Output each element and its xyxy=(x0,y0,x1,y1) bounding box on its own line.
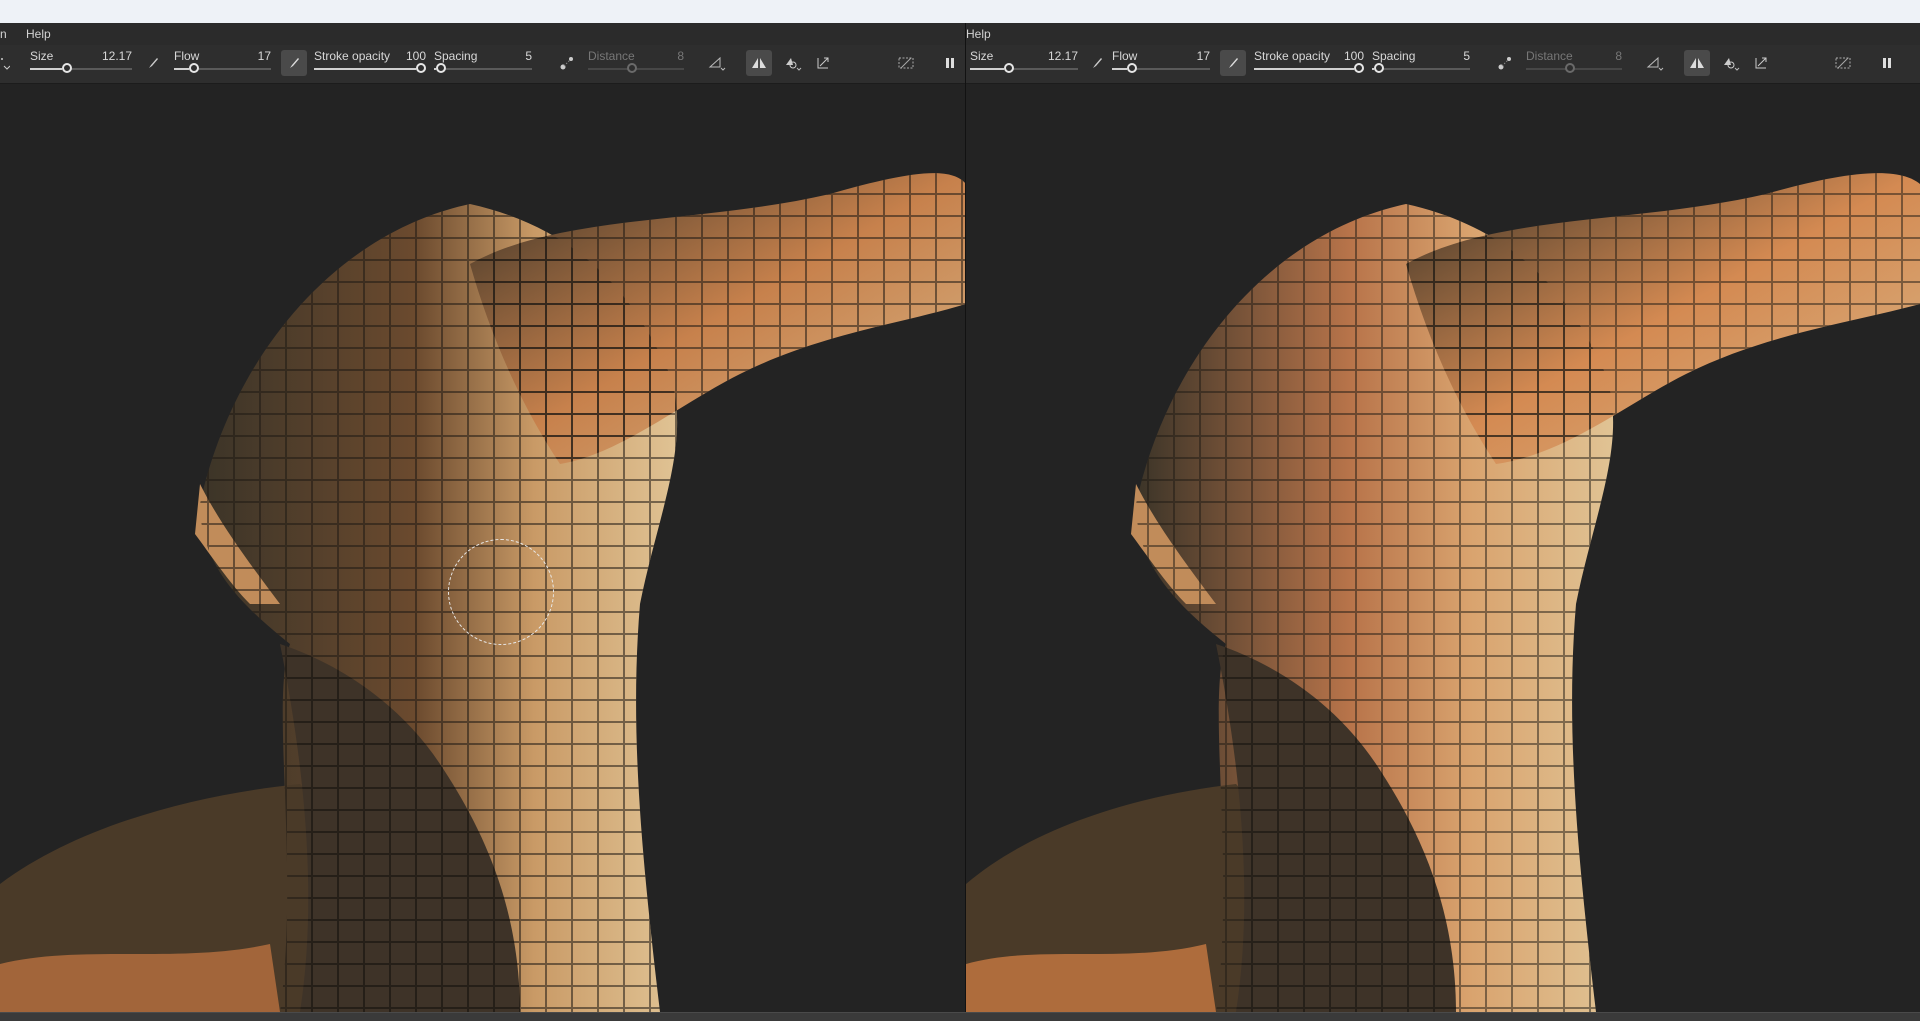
size-value: 12.17 xyxy=(1047,49,1078,63)
transform-icon[interactable] xyxy=(810,50,836,76)
mirror-icon[interactable] xyxy=(1684,50,1710,76)
size-slider-handle[interactable] xyxy=(62,63,73,73)
stencil-icon[interactable] xyxy=(780,50,806,76)
pause-icon[interactable] xyxy=(1874,50,1900,76)
spacing-value: 5 xyxy=(1463,49,1470,63)
hide-overlay-icon[interactable] xyxy=(893,50,919,76)
spacing-label: Spacing xyxy=(1372,49,1416,63)
distance-label: Distance xyxy=(588,49,635,63)
pen-pressure-icon[interactable] xyxy=(281,50,307,76)
transform-icon[interactable] xyxy=(1748,50,1774,76)
menu-item-help[interactable]: Help xyxy=(966,27,991,41)
flow-label: Flow xyxy=(174,49,200,63)
brush-toolbar: Size 12.17 Flow 17 Stroke opacity 100 Sp… xyxy=(966,45,1920,84)
menu-bar: Help xyxy=(966,23,1920,45)
flow-slider[interactable]: Flow 17 xyxy=(174,45,271,83)
flow-value: 17 xyxy=(257,49,271,63)
size-slider-handle[interactable] xyxy=(1004,63,1015,73)
3d-viewport[interactable] xyxy=(966,84,1920,1012)
stroke-opacity-label: Stroke opacity xyxy=(1254,49,1331,63)
stroke-opacity-slider-handle[interactable] xyxy=(416,63,426,73)
pen-pressure-icon[interactable] xyxy=(1220,50,1246,76)
brush-icon[interactable] xyxy=(1084,50,1110,76)
flow-value: 17 xyxy=(1196,49,1210,63)
stroke-opacity-slider-handle[interactable] xyxy=(1354,63,1364,73)
stroke-opacity-value: 100 xyxy=(1343,49,1364,63)
size-value: 12.17 xyxy=(101,49,132,63)
distance-slider[interactable]: Distance 8 xyxy=(1526,45,1622,83)
distance-slider-handle[interactable] xyxy=(1564,63,1575,73)
stroke-opacity-slider[interactable]: Stroke opacity 100 xyxy=(1254,45,1364,83)
flow-slider-handle[interactable] xyxy=(188,63,199,73)
distance-label: Distance xyxy=(1526,49,1573,63)
window-top-strip xyxy=(0,0,1920,23)
selection-tool-icon[interactable] xyxy=(0,53,12,73)
spacing-label: Spacing xyxy=(434,49,478,63)
stroke-opacity-slider[interactable]: Stroke opacity 100 xyxy=(314,45,426,83)
size-slider[interactable]: Size 12.17 xyxy=(30,45,132,83)
symmetry-icon[interactable] xyxy=(1642,50,1668,76)
hide-overlay-icon[interactable] xyxy=(1830,50,1856,76)
pause-icon[interactable] xyxy=(937,50,963,76)
stroke-opacity-value: 100 xyxy=(405,49,426,63)
right-viewer: Help Size 12.17 Flow 17 Stroke opacity 1… xyxy=(966,23,1920,1012)
menu-item-partial[interactable]: n xyxy=(0,27,7,41)
distance-value: 8 xyxy=(677,49,684,63)
spacing-slider[interactable]: Spacing 5 xyxy=(434,45,532,83)
mirror-icon[interactable] xyxy=(746,50,772,76)
spacing-value: 5 xyxy=(525,49,532,63)
flow-label: Flow xyxy=(1112,49,1138,63)
size-label: Size xyxy=(970,49,994,63)
brush-icon[interactable] xyxy=(140,50,166,76)
brush-toolbar: Size 12.17 Flow 17 Stroke opacity 100 Sp… xyxy=(0,45,966,84)
size-label: Size xyxy=(30,49,54,63)
flow-slider-handle[interactable] xyxy=(1126,63,1137,73)
brush-cursor xyxy=(448,539,554,645)
spacing-slider[interactable]: Spacing 5 xyxy=(1372,45,1470,83)
distance-value: 8 xyxy=(1615,49,1622,63)
size-slider[interactable]: Size 12.17 xyxy=(970,45,1078,83)
menu-item-help[interactable]: Help xyxy=(26,27,51,41)
crocodile-model xyxy=(966,173,1920,1012)
spacing-slider-handle[interactable] xyxy=(1373,63,1384,73)
distance-slider[interactable]: Distance 8 xyxy=(588,45,684,83)
flow-slider[interactable]: Flow 17 xyxy=(1112,45,1210,83)
menu-bar: n Help xyxy=(0,23,966,45)
3d-viewport[interactable] xyxy=(0,84,966,1012)
symmetry-icon[interactable] xyxy=(704,50,730,76)
stroke-opacity-label: Stroke opacity xyxy=(314,49,391,63)
distance-slider-handle[interactable] xyxy=(626,63,637,73)
spacing-slider-handle[interactable] xyxy=(435,63,446,73)
stencil-icon[interactable] xyxy=(1718,50,1744,76)
lazy-mouse-icon[interactable] xyxy=(1492,50,1518,76)
lazy-mouse-icon[interactable] xyxy=(554,50,580,76)
left-viewer: n Help Size 12.17 Flow 17 Stroke opacity… xyxy=(0,23,966,1012)
